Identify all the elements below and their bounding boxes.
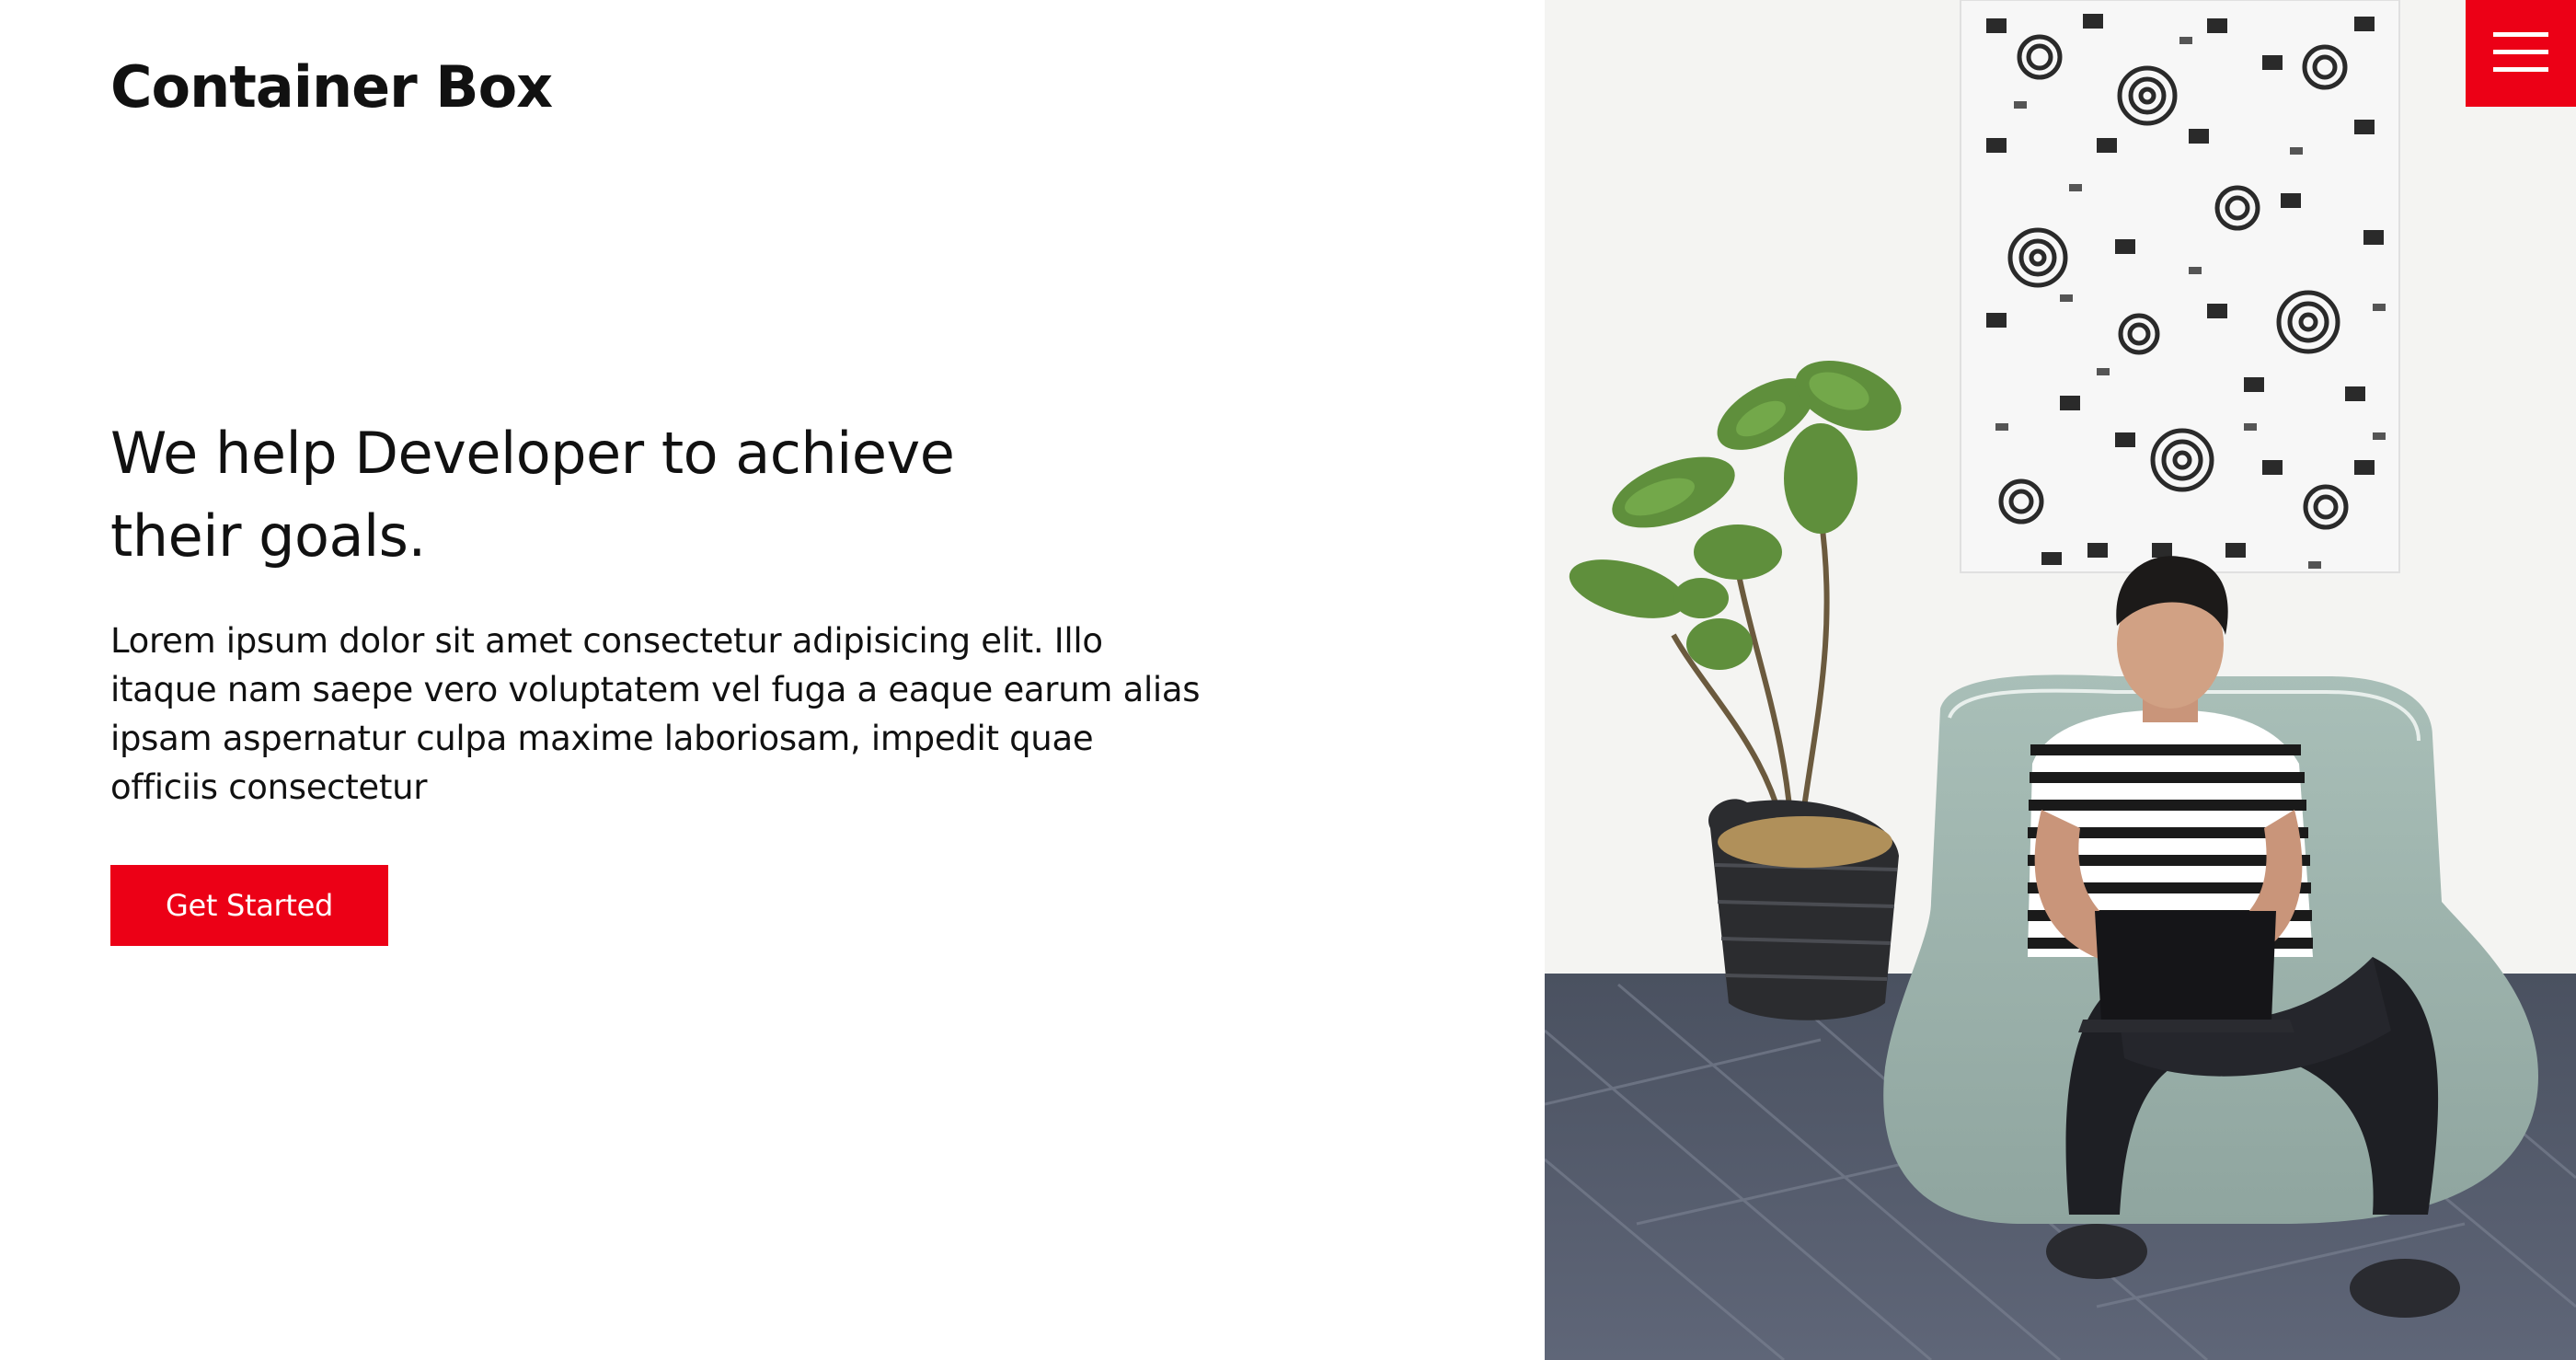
landing-page: Container Box We help Developer to achie… <box>0 0 2576 1360</box>
wall-art <box>1960 0 2400 573</box>
hero-photo <box>1545 0 2576 1360</box>
brand-logo[interactable]: Container Box <box>110 53 553 121</box>
hamburger-menu-icon <box>2493 32 2548 73</box>
hero-photo-illustration <box>1545 0 2576 1360</box>
hero-description: Lorem ipsum dolor sit amet consectetur a… <box>110 621 1201 807</box>
hero-section: We help Developer to achieve their goals… <box>110 412 1242 946</box>
menu-button[interactable] <box>2466 0 2576 107</box>
hero-title: We help Developer to achieve their goals… <box>110 420 955 570</box>
get-started-button[interactable]: Get Started <box>110 865 388 946</box>
